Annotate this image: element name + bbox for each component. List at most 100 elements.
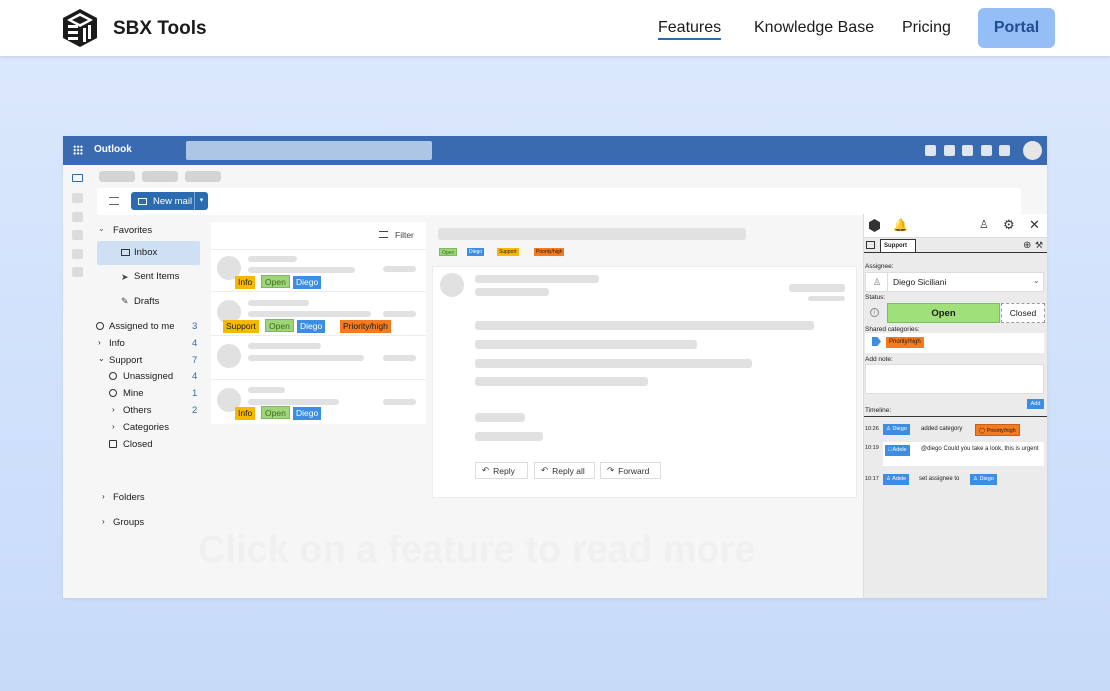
attach-icon[interactable] (72, 230, 83, 240)
forward-button[interactable]: ↷ Forward (600, 462, 661, 479)
forward-icon: ↷ (607, 465, 615, 475)
toolbar-icon[interactable] (925, 145, 936, 156)
tag-support: Support (223, 320, 259, 333)
timeline-time: 10:17 (865, 476, 879, 482)
user-chip-label: Adele (892, 447, 907, 453)
todo-icon[interactable] (72, 249, 83, 259)
status-closed-button[interactable]: Closed (1001, 303, 1045, 323)
chevron-down-icon[interactable]: ⌄ (98, 354, 105, 363)
user-chip-label: Diego (979, 476, 994, 482)
count-badge: 7 (192, 355, 198, 366)
add-note-button[interactable]: Add (1027, 399, 1044, 409)
apps-icon[interactable] (72, 267, 83, 277)
reply-all-icon: ↶ (541, 465, 549, 475)
sidebar-item-unassigned[interactable]: Unassigned (123, 371, 173, 382)
tag-diego: Diego (293, 276, 322, 289)
toolbar-icon[interactable] (944, 145, 955, 156)
toolbar-icon[interactable] (962, 145, 973, 156)
filter-icon[interactable] (379, 231, 388, 238)
tools-icon[interactable]: ⚒ (1035, 240, 1043, 251)
tag-icon (872, 337, 881, 346)
gear-icon[interactable]: ⚙ (1003, 217, 1015, 233)
envelope-icon (138, 197, 147, 205)
tag-priority-high: Priority/high (534, 248, 565, 256)
user-chip[interactable]: □ Adele (885, 445, 910, 456)
app-name: Outlook (94, 144, 132, 155)
add-icon[interactable]: ⊕ (1023, 240, 1031, 251)
menu-icon[interactable] (109, 197, 119, 205)
sidebar-item-drafts[interactable]: Drafts (134, 296, 159, 307)
timeline-label: Timeline: (865, 407, 892, 414)
ribbon: New mail ▾ (97, 188, 1021, 215)
favorites-header[interactable]: Favorites (113, 225, 152, 236)
new-mail-label: New mail (153, 195, 193, 207)
close-icon[interactable]: ✕ (1029, 217, 1040, 233)
reply-button[interactable]: ↶ Reply (475, 462, 528, 479)
bell-icon[interactable]: 🔔 (893, 218, 908, 232)
nav-features[interactable]: Features (658, 19, 722, 40)
person-icon[interactable]: ♙ (979, 218, 989, 231)
person-icon (109, 389, 117, 397)
sbx-logo-icon[interactable] (62, 8, 98, 48)
new-mail-button[interactable]: New mail ▾ (131, 192, 208, 210)
avatar[interactable] (1023, 141, 1042, 160)
sidebar-item-categories[interactable]: Categories (123, 422, 169, 433)
sidebar-item-mine[interactable]: Mine (123, 388, 144, 399)
filter-button[interactable]: Filter (395, 230, 414, 240)
chevron-right-icon[interactable]: › (112, 405, 115, 414)
status-open-button[interactable]: Open (887, 303, 1000, 323)
chevron-right-icon[interactable]: › (102, 492, 105, 501)
category-chip[interactable]: ◯ Priority/high (975, 424, 1020, 436)
sidebar-item-groups[interactable]: Groups (113, 517, 144, 528)
sidebar-item-inbox[interactable]: Inbox (97, 241, 200, 265)
tab-support[interactable]: Support (880, 239, 916, 253)
app-launcher-icon[interactable] (73, 145, 83, 155)
reply-all-button[interactable]: ↶ Reply all (534, 462, 595, 479)
categories-box[interactable]: Priority/high (865, 333, 1044, 353)
note-input[interactable] (865, 364, 1044, 394)
chevron-down-icon[interactable]: ⌄ (98, 224, 105, 233)
nav-knowledge-base[interactable]: Knowledge Base (754, 19, 874, 37)
brand-name[interactable]: SBX Tools (113, 18, 207, 40)
sidebar-item-info[interactable]: Info (109, 338, 125, 349)
tag-open: Open (265, 319, 294, 332)
tag-open: Open (261, 406, 290, 419)
sidebar-item-others[interactable]: Others (123, 405, 152, 416)
chevron-down-icon: ⌄ (1033, 276, 1040, 285)
category-chip[interactable]: Priority/high (886, 337, 924, 348)
sidebar-item-assigned-to-me[interactable]: Assigned to me (109, 321, 174, 332)
inbox-tab-icon[interactable] (866, 241, 875, 249)
search-input[interactable] (186, 141, 432, 160)
portal-button[interactable]: Portal (978, 8, 1055, 48)
mail-icon[interactable] (72, 174, 83, 182)
sidebar-item-sent-items[interactable]: Sent Items (134, 271, 179, 282)
toolbar-icon[interactable] (981, 145, 992, 156)
assignee-select[interactable]: ♙ Diego Siciliani ⌄ (865, 272, 1044, 292)
count-badge: 2 (192, 405, 198, 416)
reply-label: Reply (493, 465, 515, 476)
sent-icon: ➤ (121, 272, 129, 282)
list-item[interactable] (211, 337, 426, 380)
people-icon[interactable] (72, 212, 83, 222)
timeline-text: set assignee to (919, 476, 960, 482)
user-chip[interactable]: ♙ Adele (883, 474, 910, 485)
count-badge: 4 (192, 338, 198, 349)
sidebar-item-support[interactable]: Support (109, 355, 142, 366)
tag-diego: Diego (467, 248, 485, 256)
forward-label: Forward (618, 465, 650, 476)
nav-pricing[interactable]: Pricing (902, 19, 951, 37)
tag-diego: Diego (293, 407, 322, 420)
message-body: ↶ Reply ↶ Reply all ↷ Forward (432, 266, 857, 498)
chevron-right-icon[interactable]: › (98, 338, 101, 347)
user-chip[interactable]: ♙ Diego (970, 474, 997, 485)
status-open-label: Open (931, 307, 956, 319)
chevron-right-icon[interactable]: › (112, 422, 115, 431)
chevron-down-icon[interactable]: ▾ (194, 192, 208, 210)
sidebar-item-closed[interactable]: Closed (123, 439, 153, 450)
calendar-icon[interactable] (72, 193, 83, 203)
user-chip[interactable]: ♙ Diego (883, 424, 910, 435)
outlook-titlebar: Outlook (63, 136, 1047, 165)
chevron-right-icon[interactable]: › (102, 517, 105, 526)
sidebar-item-folders[interactable]: Folders (113, 492, 145, 503)
toolbar-icon[interactable] (999, 145, 1010, 156)
